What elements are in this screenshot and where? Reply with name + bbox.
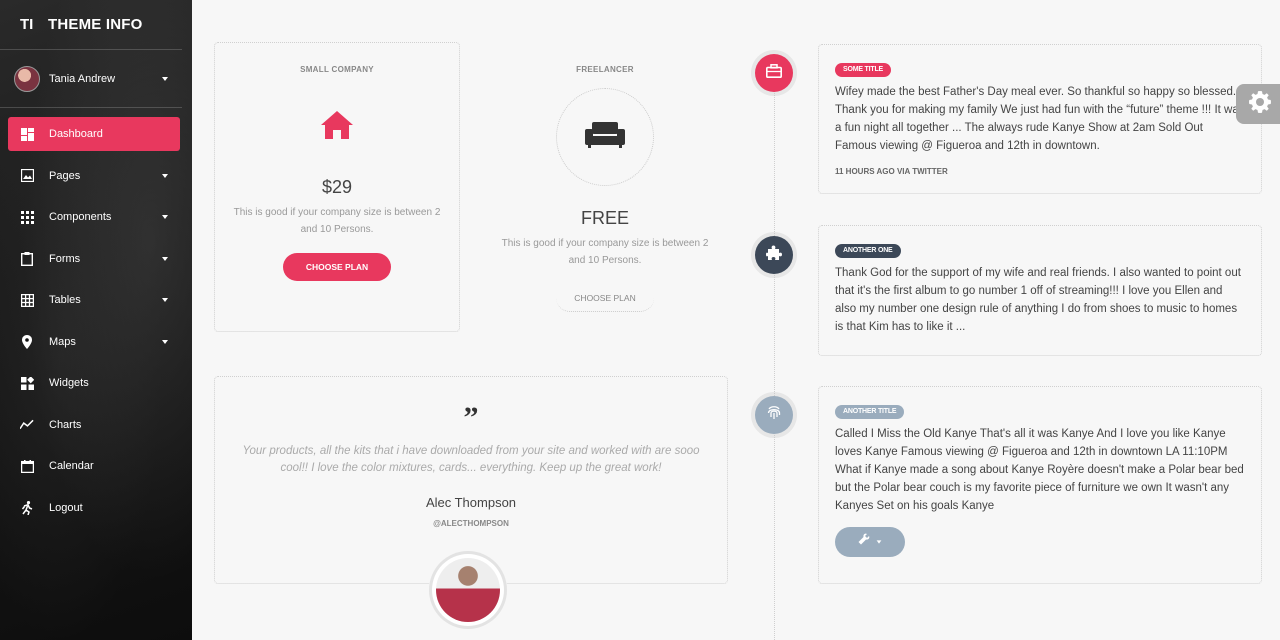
brand-mini: TI [20, 16, 34, 33]
main-content: SMALL COMPANY $29 This is good if your c… [192, 0, 1280, 640]
apps-grid-icon [20, 210, 34, 224]
choose-plan-button[interactable]: CHOOSE PLAN [556, 284, 654, 312]
map-pin-icon [20, 334, 34, 349]
sidebar-item-label: Maps [49, 335, 76, 348]
timeline-badge [755, 396, 793, 434]
timeline-body: Wifey made the best Father's Day meal ev… [835, 86, 1245, 152]
sidebar-item-dashboard[interactable]: Dashboard [8, 117, 180, 151]
dashboard-icon [20, 127, 34, 141]
sidebar-item-label: Logout [49, 501, 83, 514]
sofa-icon [585, 121, 625, 153]
timeline-body: What if Kanye made a song about Kanye Ro… [835, 464, 1244, 512]
chevron-down-icon [162, 339, 168, 344]
clipboard-icon [20, 251, 34, 266]
pricing-card-freelancer: FREELANCER FREE This is good if your com… [482, 42, 728, 332]
gear-icon [1249, 90, 1271, 118]
timeline-line [774, 72, 775, 640]
timeline-badge [755, 54, 793, 92]
author-avatar [432, 554, 504, 626]
timeline-label: ANOTHER ONE [835, 244, 901, 258]
chevron-down-icon [162, 173, 168, 178]
pricing-price: $29 [321, 177, 353, 197]
running-person-icon [20, 500, 34, 515]
sidebar-item-label: Charts [49, 418, 82, 431]
brand[interactable]: TI THEME INFO [0, 0, 182, 50]
settings-button[interactable] [1236, 84, 1280, 124]
sidebar-item-widgets[interactable]: Widgets [8, 366, 180, 400]
user-name: Tania Andrew [49, 72, 116, 85]
sidebar-item-label: Widgets [49, 377, 89, 389]
icon-circle [556, 88, 654, 186]
grid-icon [20, 293, 34, 307]
user-menu[interactable]: Tania Andrew [0, 50, 182, 108]
timeline-footer: 11 HOURS AGO VIA TWITTER [835, 167, 948, 176]
sidebar-item-label: Dashboard [49, 128, 103, 140]
sidebar-item-label: Tables [49, 294, 81, 306]
image-icon [20, 169, 34, 183]
pricing-card-small-company: SMALL COMPANY $29 This is good if your c… [214, 42, 460, 332]
timeline-card: ANOTHER ONE Thank God for the support of… [818, 225, 1262, 356]
testimonial-author: Alec Thompson [425, 495, 517, 510]
chevron-down-icon [162, 256, 168, 261]
choose-plan-button[interactable]: CHOOSE PLAN [282, 253, 392, 281]
sidebar-item-calendar[interactable]: Calendar [8, 449, 180, 483]
testimonial-card: ” Your products, all the kits that i hav… [214, 376, 728, 584]
pricing-category: SMALL COMPANY [300, 65, 374, 74]
timeline-label: ANOTHER TITLE [835, 405, 905, 419]
quote-icon: ” [463, 401, 479, 434]
sidebar-item-label: Pages [49, 169, 81, 182]
sidebar-item-logout[interactable]: Logout [8, 491, 180, 525]
sidebar-item-components[interactable]: Components [8, 200, 180, 234]
timeline-body: Called I Miss the Old Kanye That's all i… [835, 428, 1228, 458]
pricing-category: FREELANCER [576, 65, 634, 74]
sidebar-item-maps[interactable]: Maps [8, 325, 180, 359]
avatar [14, 65, 40, 92]
timeline-body: Thank God for the support of my wife and… [835, 267, 1241, 333]
chevron-down-icon [162, 76, 168, 81]
brand-name: THEME INFO [48, 16, 143, 33]
timeline-label: SOME TITLE [835, 63, 892, 77]
sidebar-item-charts[interactable]: Charts [8, 408, 180, 442]
pricing-price: FREE [580, 208, 629, 228]
calendar-icon [20, 459, 34, 473]
sidebar-item-label: Forms [49, 252, 81, 265]
sidebar-nav: Dashboard Pages Components Forms Tables … [0, 108, 192, 525]
home-icon [215, 110, 459, 144]
widgets-icon [20, 376, 34, 390]
chevron-down-icon [162, 298, 168, 302]
pricing-description: This is good if your company size is bet… [233, 207, 441, 235]
chevron-down-icon [876, 540, 882, 544]
wrench-icon [858, 533, 870, 552]
chevron-down-icon [162, 215, 168, 219]
sidebar-item-label: Components [49, 211, 112, 223]
fingerprint-icon [766, 405, 782, 426]
line-chart-icon [20, 418, 34, 432]
sidebar-item-pages[interactable]: Pages [8, 159, 180, 193]
tool-dropdown-button[interactable] [835, 527, 905, 557]
sidebar-item-label: Calendar [49, 460, 94, 472]
briefcase-icon [766, 63, 782, 83]
puzzle-icon [766, 245, 782, 266]
testimonial-handle: @ALECTHOMPSON [433, 519, 509, 528]
sidebar: TI THEME INFO Tania Andrew Dashboard Pag… [0, 0, 192, 640]
pricing-description: This is good if your company size is bet… [501, 238, 709, 266]
testimonial-text: Your products, all the kits that i have … [242, 445, 700, 474]
sidebar-item-forms[interactable]: Forms [8, 242, 180, 276]
sidebar-item-tables[interactable]: Tables [8, 283, 180, 317]
timeline-card: SOME TITLE Wifey made the best Father's … [818, 44, 1262, 194]
timeline-badge [755, 236, 793, 274]
timeline-card: ANOTHER TITLE Called I Miss the Old Kany… [818, 386, 1262, 584]
